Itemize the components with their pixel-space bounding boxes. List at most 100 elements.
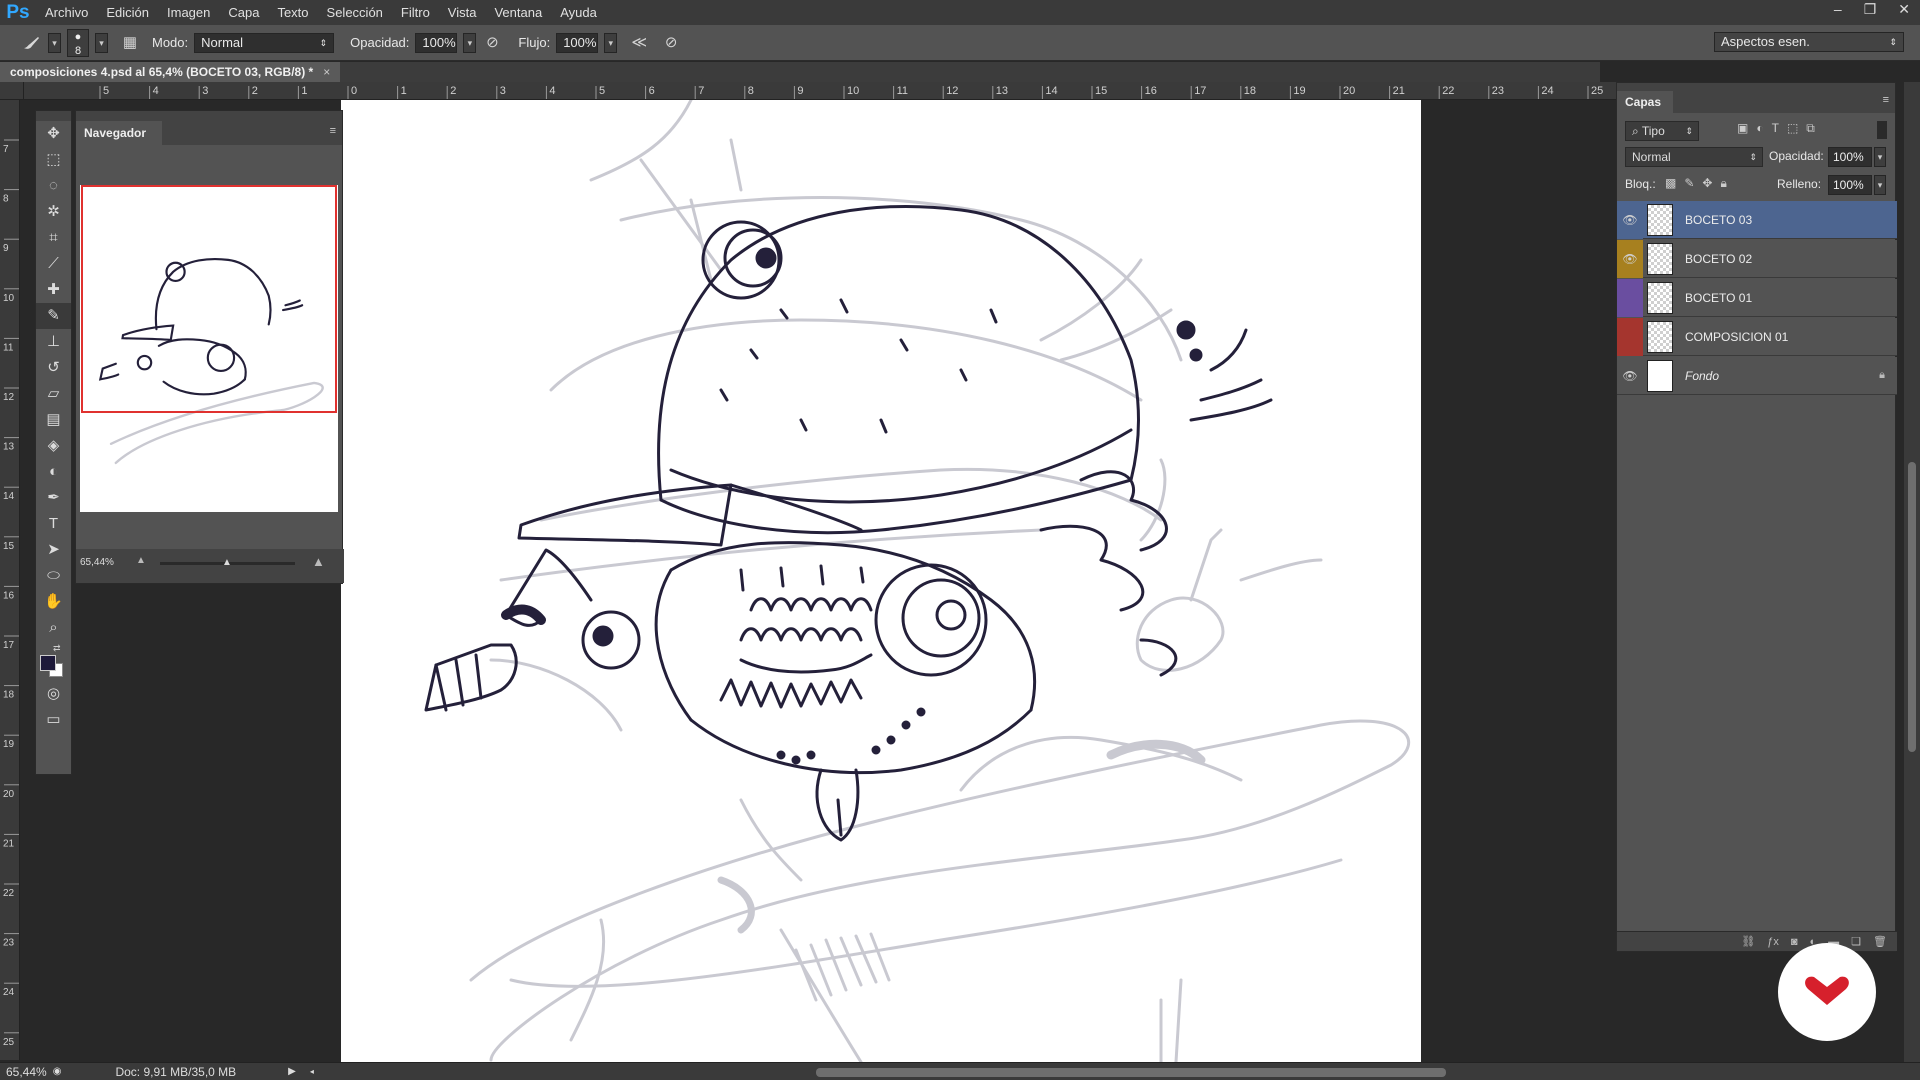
blur-tool-icon[interactable]: ◈ <box>36 433 71 459</box>
pressure-size-icon[interactable]: ⊘ <box>661 33 681 53</box>
eye-icon[interactable]: 👁︎ <box>1617 357 1643 395</box>
horizontal-scrollbar-thumb[interactable] <box>816 1068 1446 1077</box>
menu-item-filtro[interactable]: Filtro <box>392 0 439 25</box>
crop-tool-icon[interactable]: ⌗ <box>36 225 71 251</box>
type-filter-icon[interactable]: T <box>1772 121 1779 136</box>
close-icon[interactable]: ✕ <box>1898 0 1910 18</box>
layer-row[interactable]: 👁︎ BOCETO 03 <box>1617 200 1897 239</box>
layer-name[interactable]: Fondo <box>1685 369 1719 383</box>
eye-icon[interactable]: 👁︎ <box>1617 239 1643 278</box>
zoom-slider-handle-icon[interactable]: ▲ <box>222 557 232 568</box>
pixel-filter-icon[interactable]: ▣ <box>1737 121 1748 136</box>
menu-item-vista[interactable]: Vista <box>439 0 486 25</box>
scroll-left-icon[interactable]: ◂ <box>310 1067 314 1076</box>
layer-opacity-field[interactable]: 100% <box>1828 147 1872 167</box>
layer-row[interactable]: BOCETO 01 <box>1617 278 1897 317</box>
menu-item-ventana[interactable]: Ventana <box>485 0 551 25</box>
zoom-in-icon[interactable]: ▲ <box>312 554 325 569</box>
dodge-tool-icon[interactable]: ◐ <box>36 459 71 485</box>
layer-row[interactable]: 👁︎ BOCETO 02 <box>1617 239 1897 278</box>
tab-close-icon[interactable]: × <box>323 65 330 79</box>
marquee-tool-icon[interactable]: ⬚ <box>36 147 71 173</box>
layer-opacity-dropdown-icon[interactable]: ▾ <box>1874 147 1886 167</box>
vertical-scrollbar-thumb[interactable] <box>1908 462 1916 752</box>
eyedropper-tool-icon[interactable]: ⟋ <box>36 251 71 277</box>
ellipse-tool-icon[interactable]: ⬭ <box>36 563 71 589</box>
pressure-opacity-icon[interactable]: ⊘ <box>482 33 502 53</box>
magic-wand-tool-icon[interactable]: ✲ <box>36 199 71 225</box>
gradient-tool-icon[interactable]: ▤ <box>36 407 71 433</box>
opacity-field[interactable]: 100% <box>415 32 458 53</box>
pen-tool-icon[interactable]: ✒ <box>36 485 71 511</box>
status-zoom[interactable]: 65,44% <box>6 1065 47 1079</box>
navigator-panel-header[interactable] <box>76 111 342 121</box>
menu-item-imagen[interactable]: Imagen <box>158 0 219 25</box>
opacity-dropdown-icon[interactable]: ▾ <box>463 32 477 53</box>
fill-dropdown-icon[interactable]: ▾ <box>1874 175 1886 195</box>
menu-item-ayuda[interactable]: Ayuda <box>551 0 606 25</box>
mode-select[interactable]: Normal ⇕ <box>194 32 335 53</box>
brush-size-picker[interactable]: ● 8 <box>67 28 89 57</box>
smart-object-filter-icon[interactable]: ⧉ <box>1806 121 1815 136</box>
quick-mask-icon[interactable]: ◎ <box>36 681 71 707</box>
document-canvas[interactable] <box>341 100 1421 1062</box>
navigator-zoom-field[interactable]: 65,44% <box>80 555 120 571</box>
filter-toggle[interactable] <box>1877 121 1887 139</box>
hand-tool-icon[interactable]: ✋ <box>36 589 71 615</box>
layer-row[interactable]: 👁︎ Fondo 🔒︎ <box>1617 357 1897 395</box>
brush-tool-icon[interactable] <box>20 33 42 53</box>
lock-position-icon[interactable]: ✥ <box>1702 176 1712 191</box>
menu-item-capa[interactable]: Capa <box>219 0 268 25</box>
brush-tool-icon[interactable]: ✎ <box>36 303 71 329</box>
tools-panel-header[interactable] <box>36 111 71 121</box>
brush-preset-dropdown-icon[interactable]: ▾ <box>48 32 61 53</box>
vertical-scrollbar[interactable] <box>1904 82 1920 1062</box>
flow-field[interactable]: 100% <box>556 32 599 53</box>
clone-stamp-tool-icon[interactable]: ⊥ <box>36 329 71 355</box>
layers-panel-header[interactable] <box>1617 83 1895 91</box>
type-tool-icon[interactable]: T <box>36 511 71 537</box>
eye-icon[interactable]: 👁︎ <box>1617 200 1643 239</box>
fill-field[interactable]: 100% <box>1828 175 1872 195</box>
panel-menu-icon[interactable]: ≡ <box>330 125 336 137</box>
move-tool-icon[interactable]: ✥ <box>36 121 71 147</box>
eraser-tool-icon[interactable]: ▱ <box>36 381 71 407</box>
hidden-eye-icon[interactable] <box>1617 278 1643 317</box>
document-tab[interactable]: composiciones 4.psd al 65,4% (BOCETO 03,… <box>0 62 341 82</box>
path-selection-tool-icon[interactable]: ➤ <box>36 537 71 563</box>
zoom-out-icon[interactable]: ▲ <box>136 555 146 566</box>
history-brush-tool-icon[interactable]: ↺ <box>36 355 71 381</box>
workspace-select[interactable]: Aspectos esen. ⇕ <box>1714 32 1904 52</box>
status-zoom-icon[interactable]: ◉ <box>53 1066 62 1077</box>
link-layers-icon[interactable]: ⛓ <box>1741 932 1755 951</box>
layer-row[interactable]: COMPOSICION 01 <box>1617 317 1897 356</box>
layer-filter-select[interactable]: ⌕ Tipo ⇕ <box>1625 121 1699 141</box>
swap-colors-icon[interactable]: ⇄ <box>53 643 61 654</box>
foreground-color-swatch[interactable] <box>40 655 56 671</box>
menu-item-selección[interactable]: Selección <box>318 0 392 25</box>
restore-icon[interactable]: ❐ <box>1864 0 1877 18</box>
lock-transparency-icon[interactable]: ▩ <box>1665 176 1676 191</box>
hidden-eye-icon[interactable] <box>1617 317 1643 356</box>
layer-name[interactable]: BOCETO 03 <box>1685 213 1752 227</box>
navigator-view-frame[interactable] <box>81 185 337 413</box>
screen-mode-icon[interactable]: ▭ <box>36 707 71 733</box>
panel-menu-icon[interactable]: ≡ <box>1883 94 1889 106</box>
adjustment-filter-icon[interactable]: ◐ <box>1756 121 1763 136</box>
status-menu-arrow-icon[interactable]: ▶ <box>288 1066 296 1077</box>
ruler-origin[interactable] <box>0 82 24 100</box>
menu-item-texto[interactable]: Texto <box>268 0 317 25</box>
healing-brush-tool-icon[interactable]: ✚ <box>36 277 71 303</box>
zoom-tool-icon[interactable]: ⌕ <box>36 615 71 641</box>
blend-mode-select[interactable]: Normal ⇕ <box>1625 147 1763 167</box>
navigator-tab[interactable]: Navegador <box>76 121 162 145</box>
lasso-tool-icon[interactable]: ◌ <box>36 173 71 199</box>
menu-item-archivo[interactable]: Archivo <box>36 0 97 25</box>
shape-filter-icon[interactable]: ⬚ <box>1787 121 1798 136</box>
lock-pixels-icon[interactable]: ✎ <box>1684 176 1694 191</box>
brush-size-dropdown-icon[interactable]: ▾ <box>95 32 108 53</box>
flow-dropdown-icon[interactable]: ▾ <box>604 32 618 53</box>
layer-name[interactable]: BOCETO 01 <box>1685 291 1752 305</box>
layer-name[interactable]: COMPOSICION 01 <box>1685 330 1788 344</box>
minimize-icon[interactable]: – <box>1834 0 1842 18</box>
